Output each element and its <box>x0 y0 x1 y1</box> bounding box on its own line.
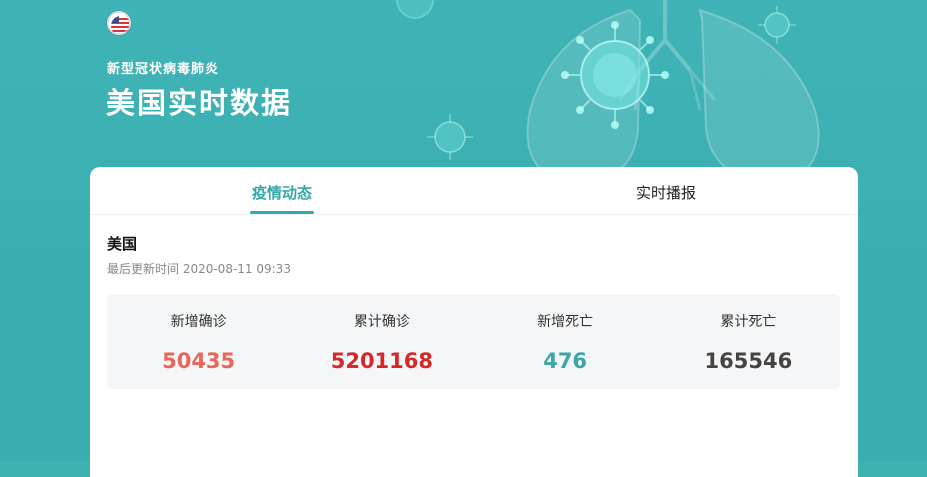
virus-icon <box>396 0 434 19</box>
tab-bar: 疫情动态 实时播报 <box>90 167 858 215</box>
virus-icon <box>561 21 669 129</box>
stat-label: 新增死亡 <box>537 314 594 330</box>
stat-new-deaths: 新增死亡 476 <box>474 294 657 389</box>
stat-label: 累计死亡 <box>720 314 777 330</box>
tab-epidemic-trends[interactable]: 疫情动态 <box>90 167 474 214</box>
last-updated: 最后更新时间 2020-08-11 09:33 <box>107 262 291 276</box>
stat-new-confirmed: 新增确诊 50435 <box>107 294 290 389</box>
page-subtitle: 新型冠状病毒肺炎 <box>107 62 220 77</box>
stat-total-deaths: 累计死亡 165546 <box>657 294 840 389</box>
stat-label: 新增确诊 <box>170 314 227 330</box>
stat-total-confirmed: 累计确诊 5201168 <box>290 294 473 389</box>
stat-value: 5201168 <box>330 349 434 373</box>
data-card: 疫情动态 实时播报 美国 最后更新时间 2020-08-11 09:33 新增确… <box>90 167 858 477</box>
page-title: 美国实时数据 <box>106 86 293 120</box>
tab-live-broadcast[interactable]: 实时播报 <box>474 167 858 214</box>
virus-icon <box>758 6 796 44</box>
stat-value: 50435 <box>162 349 236 373</box>
region-name: 美国 <box>107 235 138 253</box>
us-flag-icon <box>107 11 131 35</box>
virus-icon <box>427 114 473 160</box>
stat-label: 累计确诊 <box>353 314 410 330</box>
stats-panel: 新增确诊 50435 累计确诊 5201168 新增死亡 476 累计死亡 16… <box>107 294 840 389</box>
stat-value: 165546 <box>704 349 793 373</box>
stat-value: 476 <box>543 349 588 373</box>
